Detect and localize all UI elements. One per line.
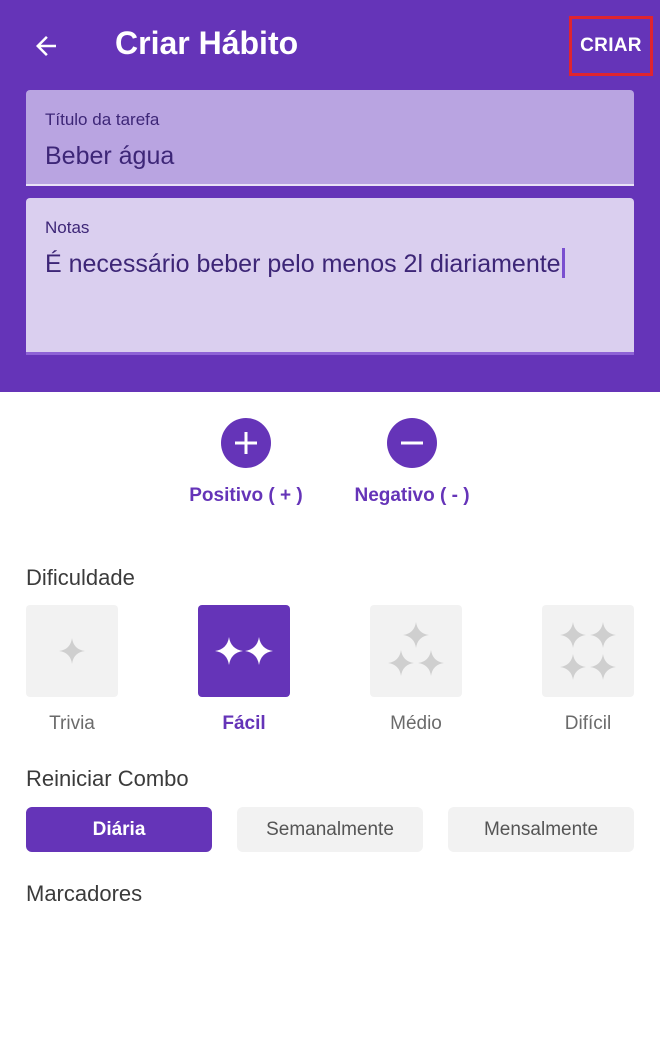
negative-label[interactable]: Negativo ( - ) bbox=[342, 485, 482, 507]
reset-combo-title: Reiniciar Combo bbox=[26, 766, 189, 791]
task-title-field[interactable]: Título da tarefa Beber água bbox=[26, 90, 634, 186]
plus-icon bbox=[235, 432, 257, 454]
notes-label: Notas bbox=[45, 218, 90, 237]
task-title-label: Título da tarefa bbox=[45, 110, 160, 129]
sparkle-4-icon bbox=[560, 622, 616, 680]
sparkle-3-icon bbox=[388, 622, 444, 676]
combo-monthly-button[interactable]: Mensalmente bbox=[448, 807, 634, 852]
top-app-bar: Criar Hábito CRIAR bbox=[0, 0, 660, 90]
positive-label[interactable]: Positivo ( + ) bbox=[176, 485, 316, 507]
notes-field[interactable]: Notas É necessário beber pelo menos 2l d… bbox=[26, 198, 634, 355]
header: Criar Hábito CRIAR Título da tarefa Bebe… bbox=[0, 0, 660, 392]
difficulty-hard-label[interactable]: Difícil bbox=[518, 713, 658, 735]
difficulty-hard-tile[interactable] bbox=[542, 605, 634, 697]
tags-title: Marcadores bbox=[26, 881, 143, 906]
combo-weekly-button[interactable]: Semanalmente bbox=[237, 807, 423, 852]
minus-icon bbox=[401, 441, 423, 445]
difficulty-title: Dificuldade bbox=[26, 565, 135, 590]
difficulty-trivia-tile[interactable] bbox=[26, 605, 118, 697]
difficulty-easy-tile[interactable] bbox=[198, 605, 290, 697]
back-button[interactable] bbox=[24, 24, 68, 68]
difficulty-trivia-label[interactable]: Trivia bbox=[2, 713, 142, 735]
arrow-left-icon bbox=[36, 36, 56, 56]
difficulty-easy-label[interactable]: Fácil bbox=[174, 713, 314, 735]
create-button[interactable]: CRIAR bbox=[569, 16, 653, 76]
difficulty-medium-label[interactable]: Médio bbox=[346, 713, 486, 735]
combo-daily-button[interactable]: Diária bbox=[26, 807, 212, 852]
page-title: Criar Hábito bbox=[115, 25, 299, 61]
positive-button[interactable] bbox=[221, 418, 271, 468]
notes-input[interactable]: É necessário beber pelo menos 2l diariam… bbox=[45, 248, 565, 280]
notes-text: É necessário beber pelo menos 2l diariam… bbox=[45, 250, 561, 278]
difficulty-medium-tile[interactable] bbox=[370, 605, 462, 697]
sparkle-1-icon bbox=[59, 638, 85, 664]
negative-button[interactable] bbox=[387, 418, 437, 468]
text-cursor bbox=[561, 248, 565, 279]
task-title-input[interactable]: Beber água bbox=[45, 142, 174, 171]
sparkle-2-icon bbox=[215, 637, 273, 665]
